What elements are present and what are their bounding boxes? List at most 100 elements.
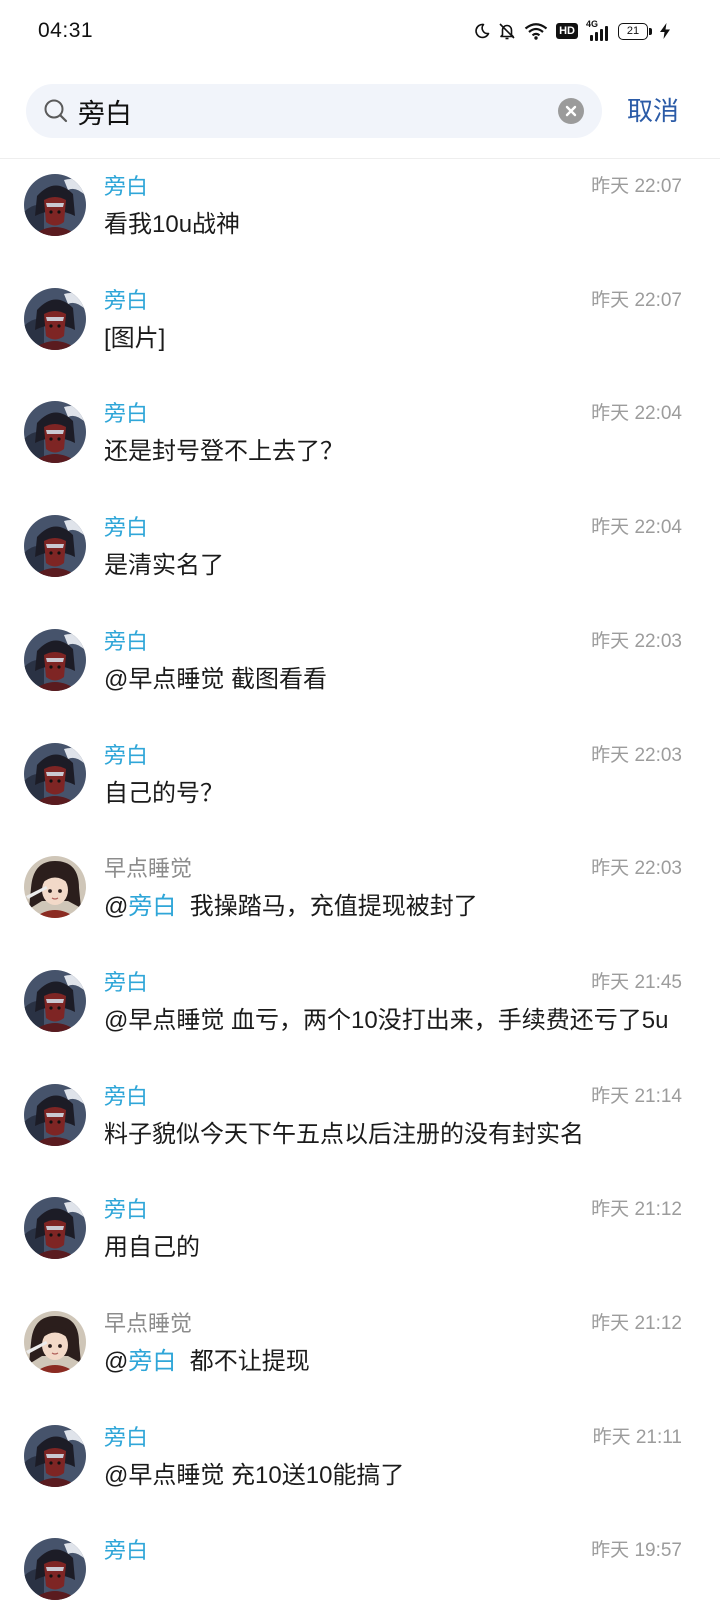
search-box[interactable] [26, 84, 602, 138]
message-timestamp: 昨天 22:03 [591, 858, 682, 880]
message-text-part: @早点睡觉 截图看看 [104, 665, 328, 693]
status-icons: HD 4G 21 [474, 19, 670, 43]
moon-icon [474, 23, 490, 39]
pangbai-avatar[interactable] [24, 1424, 86, 1487]
message-text-part: @ [104, 893, 129, 921]
message-result-row[interactable]: 旁白 昨天 22:03 自己的号？ [0, 741, 720, 854]
signal-bars [590, 26, 608, 41]
mute-bell-icon [498, 22, 516, 40]
message-text: @旁白 我操踏马，充值提现被封了 [104, 890, 478, 924]
message-text-part: @ [104, 1348, 129, 1375]
message-result-row[interactable]: 早点睡觉 昨天 21:12 @旁白 都不让提现 [0, 1309, 720, 1422]
message-text: 还是封号登不上去了？ [104, 435, 344, 469]
pangbai-avatar[interactable] [24, 969, 86, 1032]
message-timestamp: 昨天 22:03 [591, 630, 682, 652]
message-text-part: [图片] [104, 324, 166, 352]
battery-level: 21 [626, 24, 640, 37]
pangbai-avatar[interactable] [24, 628, 86, 691]
message-text-part: 料子貌似今天下午五点以后注册的没有封实名 [104, 1120, 584, 1148]
search-input[interactable] [78, 84, 518, 138]
message-timestamp: 昨天 21:12 [591, 1199, 682, 1221]
hd-badge: HD [556, 23, 578, 39]
message-result-row[interactable]: 旁白 昨天 22:04 是清实名了 [0, 513, 720, 626]
message-text: @早点睡觉 血亏，两个10没打出来，手续费还亏了5u [104, 1004, 668, 1038]
cellular-signal-icon: 4G [586, 19, 610, 42]
pangbai-avatar[interactable] [24, 1083, 86, 1146]
search-results-screen: 04:31 HD 4G 21 旁白 取消 旁白 昨天 22:07 看我10u战神… [0, 0, 720, 1600]
keyword-highlight: 旁白 [128, 1348, 177, 1375]
message-text: [图片] [104, 322, 165, 356]
pangbai-avatar[interactable] [24, 515, 86, 578]
sender-name: 旁白 [104, 742, 149, 768]
message-timestamp: 昨天 22:04 [591, 517, 682, 539]
message-text: 料子貌似今天下午五点以后注册的没有封实名 [104, 1118, 584, 1152]
keyword-highlight: 旁白 [128, 893, 177, 921]
message-result-row[interactable]: 旁白 昨天 21:11 @早点睡觉 充10送10能搞了 [0, 1423, 720, 1536]
status-time: 04:31 [38, 19, 94, 42]
status-bar: 04:31 HD 4G 21 [0, 0, 720, 62]
header-divider [0, 158, 720, 159]
sender-name: 旁白 [104, 1538, 149, 1564]
sender-name: 旁白 [104, 628, 149, 654]
message-text-part: 用自己的 [104, 1234, 200, 1262]
result-list: 旁白 昨天 22:07 看我10u战神 旁白 昨天 22:07 [图片] 旁白 昨天 22:0… [0, 172, 720, 1600]
message-text-part: @早点睡觉 血亏，两个10没打出来，手续费还亏了5u [104, 1006, 669, 1034]
cancel-button[interactable]: 取消 [627, 84, 679, 138]
sender-name: 旁白 [104, 174, 149, 199]
message-result-row[interactable]: 旁白 昨天 22:07 [图片] [0, 286, 720, 399]
message-timestamp: 昨天 22:03 [591, 744, 682, 766]
message-result-row[interactable]: 旁白 昨天 21:12 用自己的 [0, 1195, 720, 1308]
message-timestamp: 昨天 22:07 [591, 289, 682, 311]
message-timestamp: 昨天 21:12 [591, 1313, 682, 1334]
search-row: 取消 [0, 84, 720, 138]
message-timestamp: 昨天 22:07 [591, 176, 682, 197]
message-timestamp: 昨天 19:57 [591, 1540, 682, 1562]
message-text-part: @早点睡觉 充10送10能搞了 [104, 1461, 405, 1489]
message-result-row[interactable]: 旁白 昨天 22:04 还是封号登不上去了？ [0, 399, 720, 512]
message-result-row[interactable]: 早点睡觉 昨天 22:03 @旁白 我操踏马，充值提现被封了 [0, 854, 720, 967]
clear-search-icon[interactable] [558, 98, 584, 124]
zaodian-avatar[interactable] [24, 856, 86, 919]
message-result-row[interactable]: 旁白 昨天 22:07 看我10u战神 [0, 172, 720, 285]
message-text: @旁白 都不让提现 [104, 1345, 310, 1379]
message-timestamp: 昨天 22:04 [591, 403, 682, 425]
battery-icon: 21 [618, 22, 652, 40]
sender-name: 旁白 [104, 969, 149, 995]
message-text: 自己的号？ [104, 777, 224, 811]
sender-name: 旁白 [104, 287, 149, 313]
charging-bolt-icon [660, 23, 670, 39]
message-timestamp: 昨天 21:11 [592, 1426, 682, 1448]
search-icon [43, 98, 69, 124]
message-text-part: 还是封号登不上去了？ [104, 438, 344, 466]
sender-name: 旁白 [104, 1197, 149, 1223]
sender-name: 旁白 [104, 515, 149, 541]
message-text-part: 看我10u战神 [104, 211, 241, 238]
message-text-part: 都不让提现 [176, 1348, 310, 1375]
message-result-row[interactable]: 旁白 昨天 21:14 料子貌似今天下午五点以后注册的没有封实名 [0, 1082, 720, 1195]
message-result-row[interactable]: 旁白 昨天 21:45 @早点睡觉 血亏，两个10没打出来，手续费还亏了5u [0, 968, 720, 1081]
pangbai-avatar[interactable] [24, 742, 86, 805]
pangbai-avatar[interactable] [24, 287, 86, 350]
message-text: @早点睡觉 充10送10能搞了 [104, 1459, 404, 1493]
zaodian-avatar[interactable] [24, 1311, 86, 1373]
message-text: 用自己的 [104, 1231, 200, 1265]
sender-name: 旁白 [104, 1424, 149, 1450]
message-text: 是清实名了 [104, 549, 224, 583]
pangbai-avatar[interactable] [24, 174, 86, 236]
wifi-icon [524, 22, 548, 40]
sender-name: 早点睡觉 [104, 1311, 193, 1336]
message-text-part: 自己的号？ [104, 779, 224, 807]
message-result-row[interactable]: 旁白 昨天 22:03 @早点睡觉 截图看看 [0, 627, 720, 740]
message-text: 看我10u战神 [104, 208, 240, 242]
pangbai-avatar[interactable] [24, 1197, 86, 1260]
sender-name: 早点睡觉 [104, 856, 193, 882]
message-timestamp: 昨天 21:14 [591, 1085, 682, 1107]
message-text: @早点睡觉 截图看看 [104, 663, 327, 697]
sender-name: 旁白 [104, 401, 149, 427]
message-result-row[interactable]: 旁白 昨天 19:57 [0, 1536, 720, 1600]
sender-name: 旁白 [104, 1083, 149, 1109]
pangbai-avatar[interactable] [24, 1538, 86, 1600]
message-text-part: 是清实名了 [104, 552, 224, 580]
pangbai-avatar[interactable] [24, 401, 86, 464]
message-timestamp: 昨天 21:45 [591, 971, 682, 993]
